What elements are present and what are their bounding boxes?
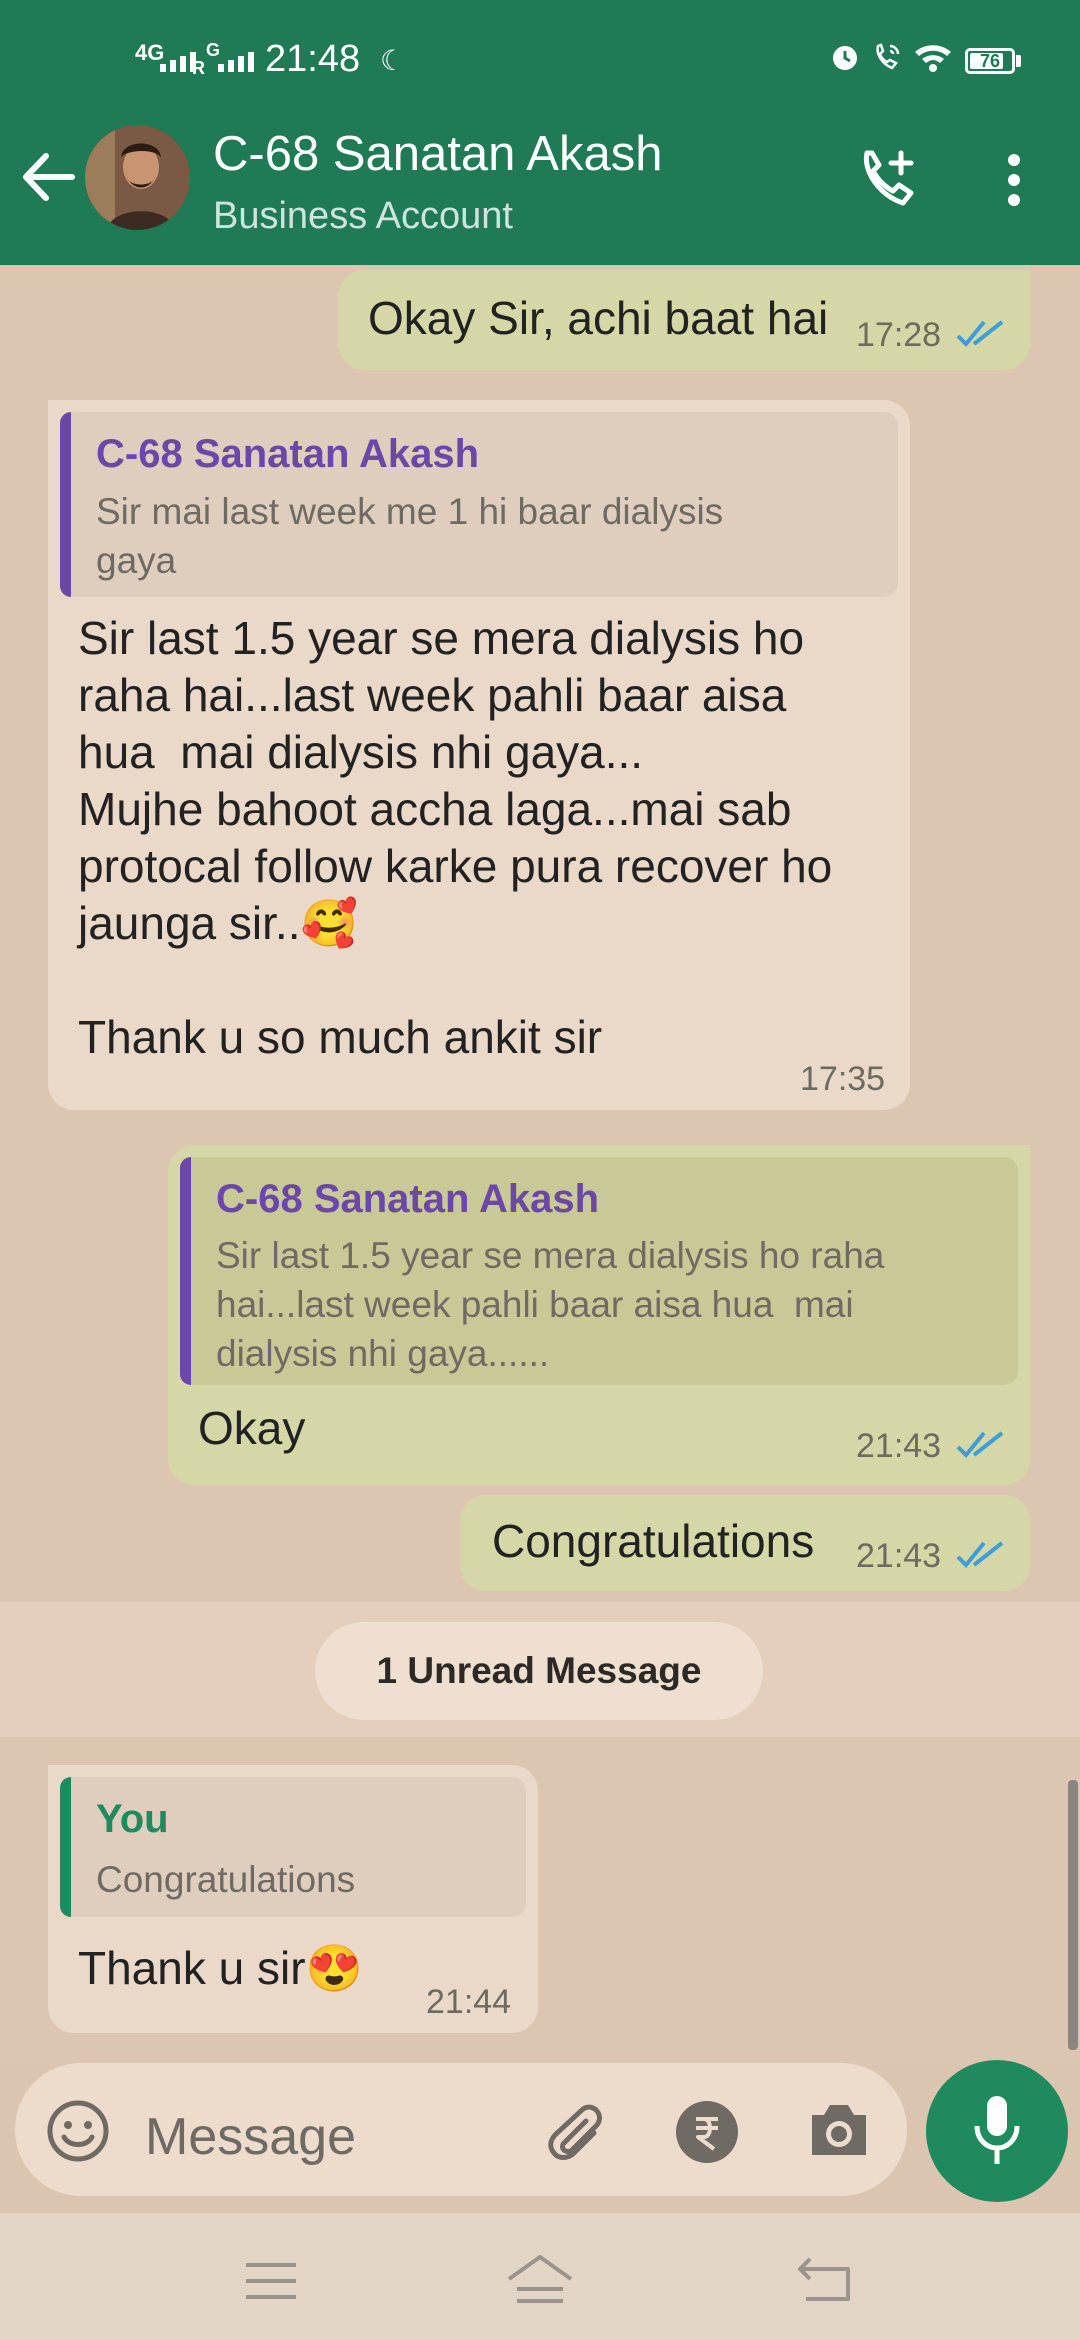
message-text: Okay Sir, achi baat hai [368,292,829,344]
message-time: 21:43 [856,1537,942,1575]
message-text: Okay [198,1402,306,1454]
back-nav-icon[interactable] [796,2255,854,2303]
do-not-disturb-icon: ☾ [380,45,406,76]
signal-bars-2-icon [218,52,254,72]
quoted-text: Sir last 1.5 year se mera dialysis ho ra… [216,1235,885,1374]
quoted-text: Congratulations [96,1859,356,1900]
message-text: Sir last 1.5 year se mera dialysis ho ra… [78,612,833,1063]
recent-apps-icon[interactable] [244,2261,298,2301]
message-input[interactable]: Message [145,2107,356,2167]
contact-name[interactable]: C-68 Sanatan Akash [213,126,662,182]
unread-divider: 1 Unread Message [315,1622,763,1720]
chat-scrollbar[interactable] [1068,1780,1078,2050]
wifi-calling-icon [876,43,900,70]
signal-bars-1-icon [160,52,196,72]
battery-percent: 76 [979,51,1001,71]
message-bubble-outgoing[interactable]: C-68 Sanatan Akash Sir last 1.5 year se … [168,1145,1030,1485]
wifi-icon [915,45,951,72]
add-call-icon[interactable] [857,147,919,209]
status-bar: 4G R G 21:48 ☾ 76 [0,0,1080,120]
contact-subtitle[interactable]: Business Account [213,195,513,238]
message-bubble-outgoing[interactable]: Okay Sir, achi baat hai 17:28 [338,270,1030,370]
message-bubble-outgoing[interactable]: Congratulations 21:43 [460,1495,1030,1591]
quoted-message[interactable]: C-68 Sanatan Akash Sir mai last week me … [60,412,898,597]
quoted-text: Sir mai last week me 1 hi baar dialysis … [96,491,724,581]
quoted-sender: You [96,1797,169,1841]
network-r-label: R [192,58,205,78]
mic-icon [974,2096,1020,2164]
status-time: 21:48 [265,38,361,80]
contact-avatar[interactable] [85,125,190,230]
quoted-sender: C-68 Sanatan Akash [216,1177,600,1221]
message-time: 17:28 [856,316,942,354]
read-ticks-icon [956,1431,1004,1458]
more-vert-icon[interactable] [1002,152,1026,208]
battery-nub [1016,55,1021,67]
message-text: Thank u sir😍 [78,1942,363,1994]
read-ticks-icon [956,320,1004,347]
camera-icon[interactable] [806,2101,872,2159]
emoji-icon[interactable] [45,2098,111,2164]
home-icon[interactable] [505,2253,575,2305]
quoted-sender: C-68 Sanatan Akash [96,432,480,476]
message-bubble-incoming[interactable]: C-68 Sanatan Akash Sir mai last week me … [48,400,910,1110]
quoted-message[interactable]: C-68 Sanatan Akash Sir last 1.5 year se … [180,1157,1018,1385]
attach-icon[interactable] [540,2097,610,2167]
quote-accent-bar [60,1777,71,1917]
battery-icon: 76 [965,48,1015,74]
read-ticks-icon [956,1541,1004,1568]
voice-record-button[interactable] [926,2060,1068,2202]
message-bubble-incoming[interactable]: You Congratulations Thank u sir😍 21:44 [48,1765,538,2033]
quote-accent-bar [60,412,71,597]
message-text: Congratulations [492,1515,815,1567]
alarm-icon [833,46,857,70]
message-time: 17:35 [800,1060,886,1098]
message-time: 21:44 [426,1983,512,2021]
system-nav-bar [0,2213,1080,2340]
back-arrow-icon[interactable] [20,152,76,202]
quote-accent-bar [180,1157,191,1385]
rupee-icon[interactable] [674,2099,740,2165]
quoted-message[interactable]: You Congratulations [60,1777,526,1917]
message-time: 21:43 [856,1427,942,1465]
